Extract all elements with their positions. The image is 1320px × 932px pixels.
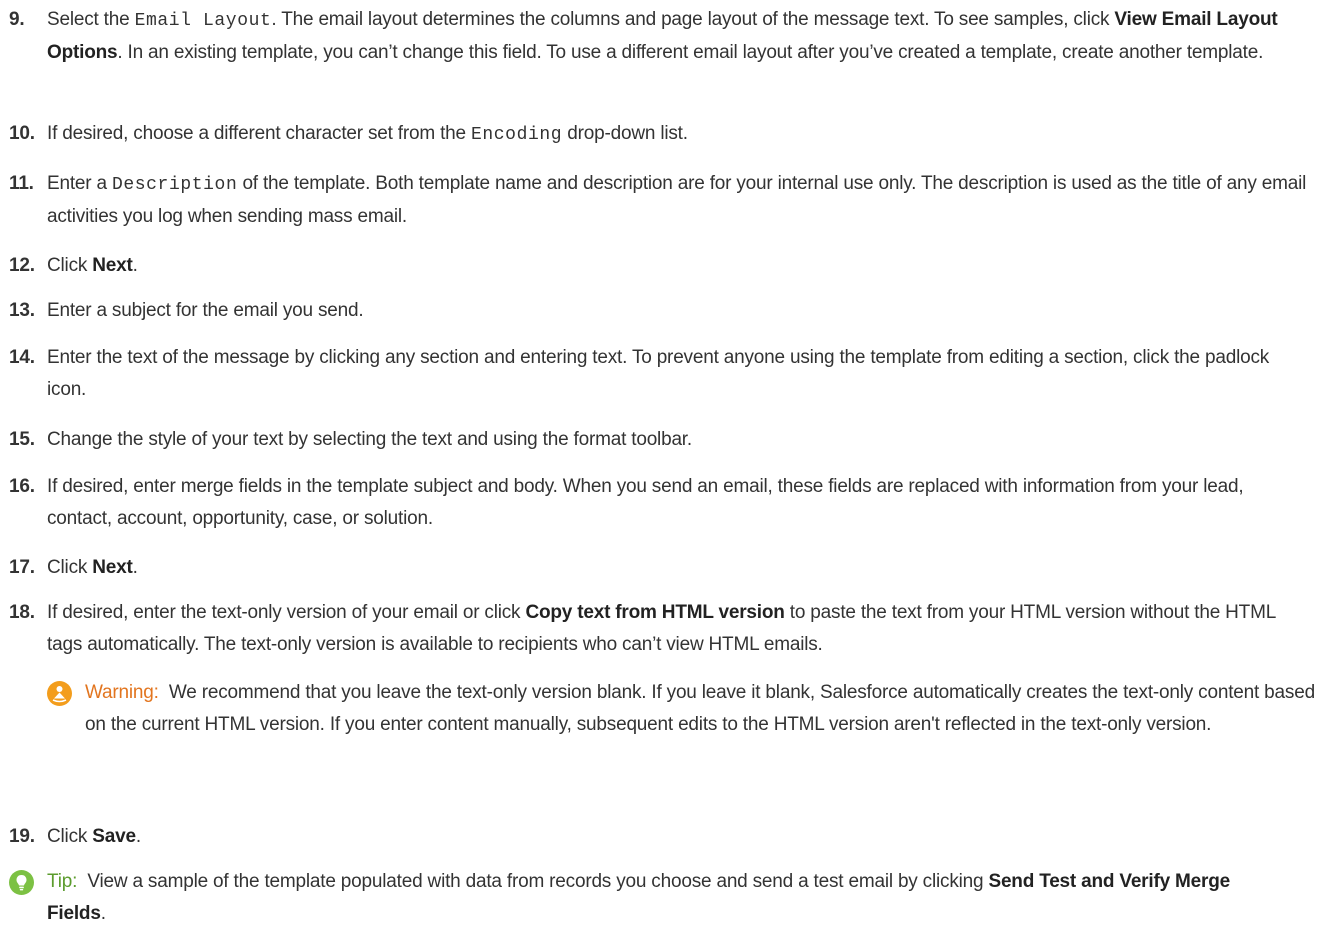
- warning-text: Warning: We recommend that you leave the…: [85, 682, 1315, 735]
- step-number: 18.: [9, 602, 35, 623]
- field-name: Encoding: [470, 125, 563, 145]
- step-text: Change the style of your text by selecti…: [47, 429, 692, 450]
- ui-label: Copy text from HTML version: [525, 602, 785, 623]
- step-number: 16.: [9, 476, 35, 497]
- step-text: If desired, choose a different character…: [47, 123, 688, 145]
- ui-label: Next: [92, 557, 133, 578]
- step-text: If desired, enter merge fields in the te…: [47, 476, 1244, 529]
- step-number: 10.: [9, 123, 35, 144]
- step-number: 19.: [9, 826, 35, 847]
- step-text: Click Next.: [47, 557, 138, 578]
- step-11: 11. Enter a Description of the template.…: [9, 168, 1307, 233]
- step-number: 17.: [9, 557, 35, 578]
- field-name: Description: [111, 175, 238, 195]
- tip-label: Tip:: [47, 871, 78, 892]
- step-text: Select the Email Layout. The email layou…: [47, 9, 1278, 63]
- step-number: 12.: [9, 255, 35, 276]
- step-number: 9.: [9, 9, 25, 30]
- step-12: 12. Click Next.: [9, 250, 1307, 282]
- step-text: Enter the text of the message by clickin…: [47, 347, 1270, 400]
- ui-label: Next: [92, 255, 133, 276]
- warning-label: Warning:: [85, 682, 159, 703]
- step-15: 15. Change the style of your text by sel…: [9, 424, 1307, 456]
- step-10: 10. If desired, choose a different chara…: [9, 118, 1307, 151]
- step-17: 17. Click Next.: [9, 552, 1307, 584]
- lightbulb-icon: [9, 870, 34, 895]
- step-text: Enter a Description of the template. Bot…: [47, 173, 1307, 227]
- step-16: 16. If desired, enter merge fields in th…: [9, 471, 1307, 535]
- step-19: 19. Click Save.: [9, 821, 1307, 853]
- document-page: 9. Select the Email Layout. The email la…: [0, 0, 1320, 932]
- step-13: 13. Enter a subject for the email you se…: [9, 295, 1307, 327]
- warning-person-icon: [47, 681, 72, 706]
- warning-callout: Warning: We recommend that you leave the…: [47, 677, 1317, 741]
- step-number: 13.: [9, 300, 35, 321]
- step-9: 9. Select the Email Layout. The email la…: [9, 4, 1307, 69]
- step-number: 14.: [9, 347, 35, 368]
- step-text: Enter a subject for the email you send.: [47, 300, 364, 321]
- step-14: 14. Enter the text of the message by cli…: [9, 342, 1307, 406]
- step-number: 11.: [9, 173, 34, 194]
- step-number: 15.: [9, 429, 35, 450]
- step-text: Click Save.: [47, 826, 141, 847]
- step-text: If desired, enter the text-only version …: [47, 602, 1276, 655]
- ui-label: Save: [92, 826, 136, 847]
- step-text: Click Next.: [47, 255, 138, 276]
- step-18: 18. If desired, enter the text-only vers…: [9, 597, 1307, 661]
- tip-callout: Tip: View a sample of the template popul…: [9, 866, 1279, 930]
- field-name: Email Layout: [134, 11, 272, 31]
- tip-text: Tip: View a sample of the template popul…: [47, 871, 1230, 924]
